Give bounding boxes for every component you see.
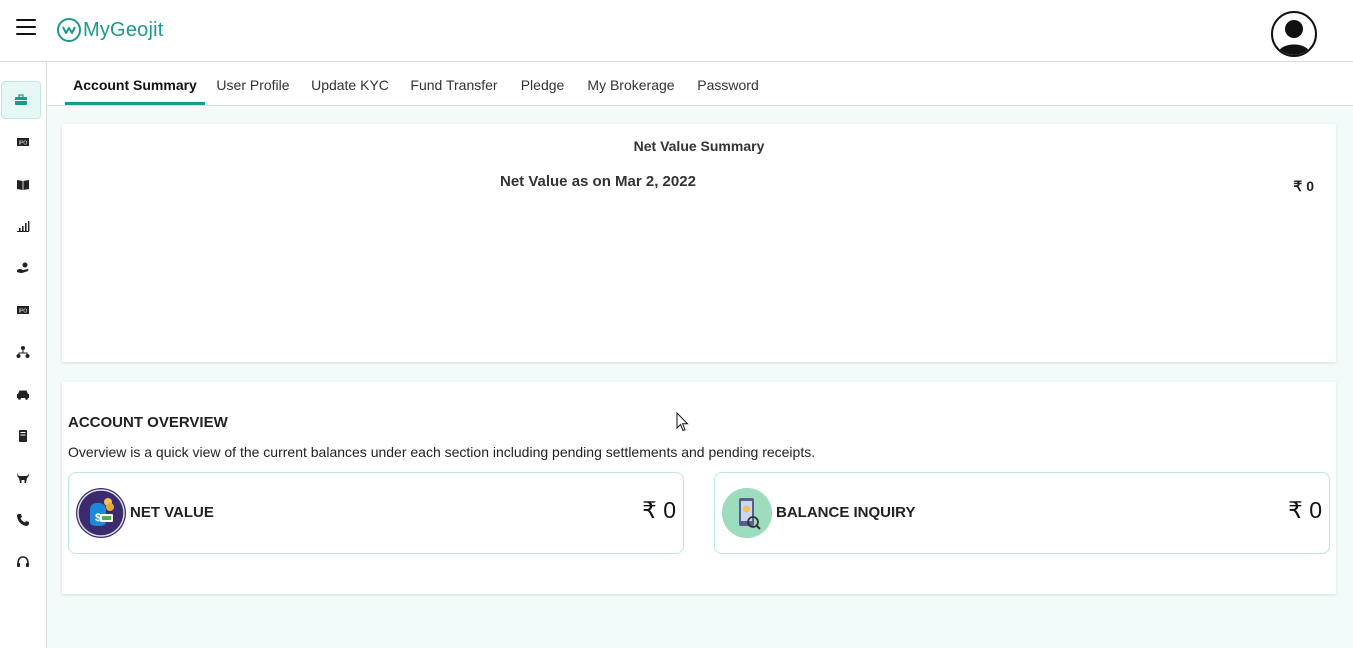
logo-icon [57, 18, 81, 42]
sidebar-item-support[interactable] [0, 543, 46, 581]
sidebar-item-contact[interactable] [0, 501, 46, 539]
tab-fund-transfer[interactable]: Fund Transfer [406, 62, 502, 105]
net-value-amount: ₹ 0 [1293, 178, 1314, 194]
net-value-tile[interactable]: $ NET VALUE ₹ 0 [68, 472, 684, 554]
tab-password[interactable]: Password [692, 62, 764, 105]
book-icon [17, 180, 29, 190]
bull-icon [17, 473, 29, 483]
top-header: MyGeojit [0, 0, 1353, 62]
sidebar-item-portfolio[interactable] [1, 81, 41, 119]
phone-icon [17, 514, 29, 526]
account-overview-description: Overview is a quick view of the current … [68, 444, 816, 460]
tab-account-summary[interactable]: Account Summary [65, 62, 205, 105]
phone-search-icon [722, 488, 772, 538]
balance-inquiry-tile-label: BALANCE INQUIRY [776, 504, 916, 521]
sidebar-item-network[interactable] [0, 333, 46, 371]
sidebar-item-ipo-2[interactable]: IPO [0, 291, 46, 329]
left-sidebar: IPO IPO [0, 62, 47, 648]
main-content: Net Value Summary Net Value as on Mar 2,… [47, 106, 1353, 648]
sidebar-item-reports[interactable] [0, 165, 46, 203]
briefcase-icon [15, 94, 27, 105]
account-overview-title: ACCOUNT OVERVIEW [68, 414, 228, 431]
sidebar-item-funds[interactable] [0, 249, 46, 287]
user-avatar-icon[interactable] [1271, 11, 1317, 57]
net-value-tile-value: ₹ 0 [642, 497, 676, 523]
hamburger-menu-icon[interactable] [16, 19, 36, 35]
balance-inquiry-tile[interactable]: BALANCE INQUIRY ₹ 0 [714, 472, 1330, 554]
tab-my-brokerage[interactable]: My Brokerage [583, 62, 679, 105]
hand-coin-icon [17, 262, 29, 273]
brand-name: MyGeojit [83, 18, 164, 41]
document-icon [19, 430, 27, 442]
tab-user-profile[interactable]: User Profile [211, 62, 295, 105]
sidebar-item-documents[interactable] [0, 417, 46, 455]
brand-logo[interactable]: MyGeojit [57, 17, 164, 43]
headset-icon [17, 556, 29, 567]
ipo-icon: IPO [17, 306, 29, 315]
net-value-summary-title: Net Value Summary [633, 138, 765, 154]
bar-chart-icon [17, 221, 30, 232]
sidebar-item-ipo[interactable]: IPO [0, 123, 46, 161]
sidebar-item-charts[interactable] [0, 207, 46, 245]
money-bag-icon: $ [76, 488, 126, 538]
car-icon [17, 390, 29, 400]
sidebar-item-market[interactable] [0, 459, 46, 497]
svg-text:IPO: IPO [19, 309, 28, 315]
svg-text:IPO: IPO [19, 141, 28, 147]
net-value-tile-label: NET VALUE [130, 504, 214, 521]
ipo-icon: IPO [17, 138, 29, 147]
tab-pledge[interactable]: Pledge [515, 62, 570, 105]
balance-inquiry-tile-value: ₹ 0 [1288, 497, 1322, 523]
net-value-summary-card: Net Value Summary Net Value as on Mar 2,… [62, 124, 1336, 362]
net-value-date-label: Net Value as on Mar 2, 2022 [500, 173, 696, 190]
tab-bar: Account Summary User Profile Update KYC … [47, 62, 1353, 106]
network-icon [16, 346, 30, 358]
sidebar-item-vehicle[interactable] [0, 375, 46, 413]
account-overview-card: ACCOUNT OVERVIEW Overview is a quick vie… [62, 382, 1336, 594]
tab-update-kyc[interactable]: Update KYC [307, 62, 393, 105]
mouse-cursor-icon [676, 412, 689, 432]
